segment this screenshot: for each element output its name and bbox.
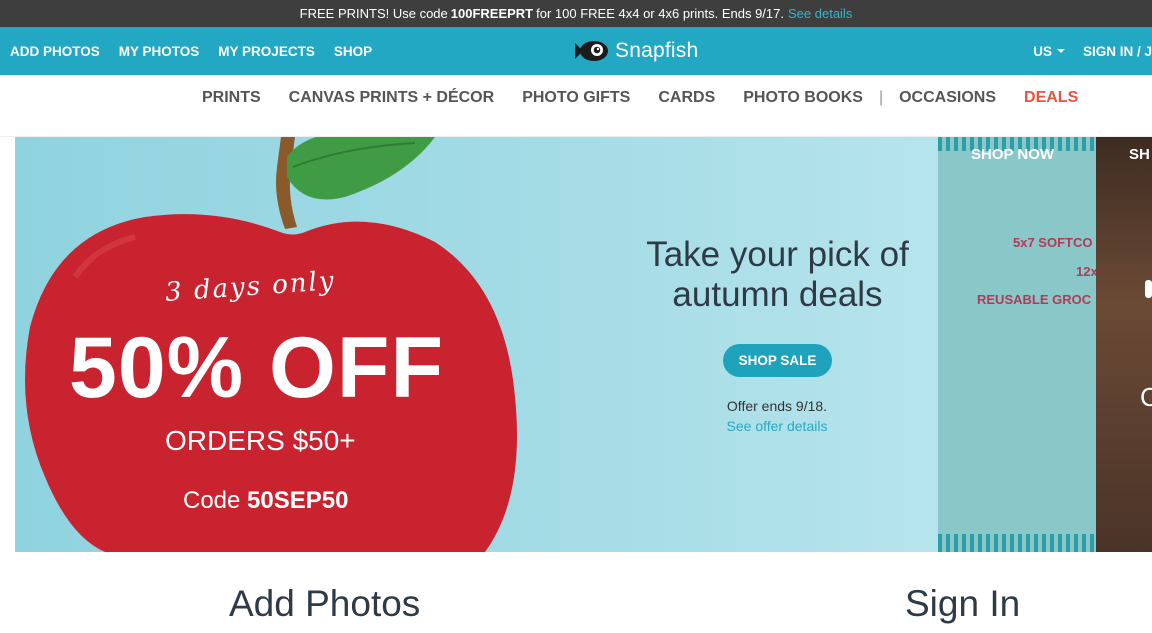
panel3-glyph: C [1140,382,1152,412]
caret-down-icon [1056,49,1065,53]
fish-logo-icon [575,41,608,61]
sign-in-link[interactable]: SIGN IN / J [1083,44,1152,59]
brand-logo[interactable]: Snapfish [573,34,698,68]
category-items: PRINTS CANVAS PRINTS + DÉCOR PHOTO GIFTS… [202,75,1106,120]
cat-deals[interactable]: DEALS [1024,89,1078,107]
country-selector[interactable]: US [1033,44,1065,59]
shop-sale-button[interactable]: SHOP SALE [723,344,832,377]
promo-panel-3[interactable]: SH C [1096,137,1152,552]
hero-discount: 50% OFF [69,320,444,416]
brand-name: Snapfish [615,39,699,62]
hero-code: Code 50SEP50 [183,487,348,515]
offer-ends-text: Offer ends 9/18. [726,398,828,414]
promo-panel-2[interactable]: SHOP NOW 5x7 SOFTCO 12x REUSABLE GROC [938,137,1096,552]
panel3-mark [1145,280,1152,298]
promo-code: 100FREEPRT [450,6,534,21]
category-separator: | [878,88,884,106]
panel2-line2: 12x [1076,264,1096,279]
cat-occasions[interactable]: OCCASIONS [899,89,996,107]
top-nav-right: US SIGN IN / J [1033,27,1152,75]
sign-in-heading: Sign In [905,583,1021,624]
promo-text-after: for 100 FREE 4x4 or 4x6 prints. Ends 9/1… [536,6,784,21]
panel2-line1: 5x7 SOFTCO [1013,235,1093,250]
top-nav: ADD PHOTOS MY PHOTOS MY PROJECTS SHOP Sn… [0,27,1152,75]
country-label: US [1033,43,1052,59]
panel3-shop-link[interactable]: SH [1129,146,1150,163]
cat-cards[interactable]: CARDS [658,89,715,107]
nav-shop[interactable]: SHOP [334,44,372,59]
top-nav-links: ADD PHOTOS MY PHOTOS MY PROJECTS SHOP [10,27,372,75]
add-photos-heading: Add Photos [229,583,421,624]
panel-stripe-bottom [938,534,1096,552]
cat-canvas-prints-decor[interactable]: CANVAS PRINTS + DÉCOR [289,89,495,107]
nav-add-photos[interactable]: ADD PHOTOS [10,44,100,59]
cat-photo-gifts[interactable]: PHOTO GIFTS [522,89,630,107]
hero-code-value: 50SEP50 [247,487,349,514]
hero-code-label: Code [183,487,241,514]
hero-banner[interactable]: 3 days only 50% OFF ORDERS $50+ Code 50S… [15,137,938,552]
see-details-link[interactable]: See details [788,6,852,21]
hero-headline-line1: Take your pick of [646,235,909,274]
promo-banner: FREE PRINTS! Use code 100FREEPRT for 100… [0,0,1152,27]
hero-headline-line2: autumn deals [672,275,883,314]
category-nav: PRINTS CANVAS PRINTS + DÉCOR PHOTO GIFTS… [0,75,1152,137]
cat-prints[interactable]: PRINTS [202,89,261,107]
nav-my-photos[interactable]: MY PHOTOS [119,44,200,59]
hero-headline: Take your pick of autumn deals [625,235,930,315]
offer-details-link[interactable]: See offer details [677,418,877,434]
promo-text-before: FREE PRINTS! Use code [299,6,448,21]
nav-my-projects[interactable]: MY PROJECTS [218,44,315,59]
panel2-line3: REUSABLE GROC [977,292,1092,307]
cat-photo-books[interactable]: PHOTO BOOKS [743,89,863,107]
shop-now-link[interactable]: SHOP NOW [971,146,1054,163]
hero-orders: ORDERS $50+ [165,425,356,456]
